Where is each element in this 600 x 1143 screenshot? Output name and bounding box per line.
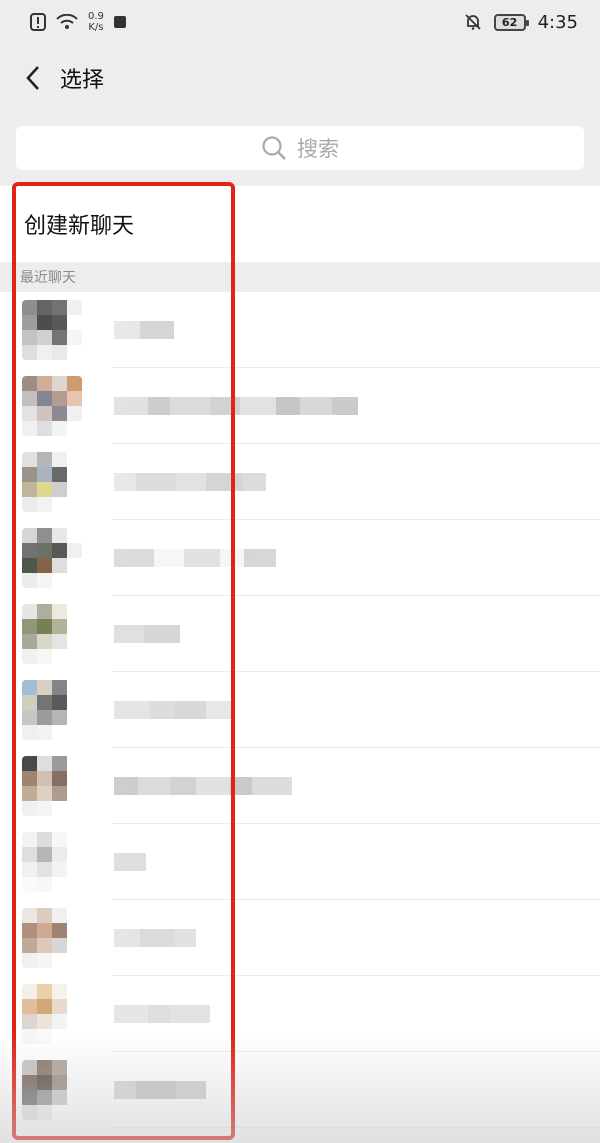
page-title: 选择 [60, 68, 105, 93]
avatar [22, 756, 82, 816]
avatar [22, 604, 82, 664]
avatar [22, 908, 82, 968]
chat-list-item[interactable] [0, 444, 600, 520]
chat-name-blurred [114, 1081, 206, 1099]
chat-name-blurred [114, 701, 232, 719]
recent-chats-label: 最近聊天 [20, 270, 76, 286]
status-bar: 0.9 K/s 62 4:35 [0, 0, 600, 44]
chat-name-blurred [114, 473, 266, 491]
avatar [22, 832, 82, 892]
alert-icon [30, 13, 46, 31]
chat-list-item[interactable] [0, 748, 600, 824]
chat-list-item[interactable] [0, 368, 600, 444]
app-notification-icon [113, 16, 126, 28]
create-new-chat-label: 创建新聊天 [24, 214, 135, 239]
avatar [22, 376, 82, 436]
chat-list-item[interactable] [0, 976, 600, 1052]
chat-select-content: 创建新聊天 最近聊天 [0, 186, 600, 1143]
avatar [22, 300, 82, 360]
bell-off-icon [464, 14, 481, 30]
chat-name-blurred [114, 549, 276, 567]
status-left: 0.9 K/s [30, 11, 126, 33]
chat-name-blurred [114, 1005, 210, 1023]
avatar [22, 452, 82, 512]
clock-time: 4:35 [537, 11, 578, 33]
chat-name-blurred [114, 397, 358, 415]
avatar [22, 1060, 82, 1120]
chat-list-item[interactable] [0, 292, 600, 368]
chat-list-item[interactable] [0, 900, 600, 976]
chat-list-item[interactable] [0, 672, 600, 748]
recent-chats-list [0, 292, 600, 1128]
avatar [22, 680, 82, 740]
back-button[interactable] [18, 58, 48, 98]
avatar [22, 984, 82, 1044]
search-placeholder: 搜索 [297, 137, 339, 161]
search-input[interactable]: 搜索 [16, 126, 584, 170]
battery-icon: 62 [493, 13, 529, 31]
chat-list-item[interactable] [0, 824, 600, 900]
search-icon [262, 136, 286, 160]
network-speed: 0.9 K/s [88, 11, 104, 33]
status-right: 62 4:35 [464, 12, 578, 33]
chat-name-blurred [114, 777, 292, 795]
network-speed-unit: K/s [88, 22, 104, 33]
battery-level: 62 [501, 15, 518, 29]
chat-list-item[interactable] [0, 596, 600, 672]
chat-name-blurred [114, 625, 180, 643]
recent-chats-header: 最近聊天 [0, 262, 600, 292]
network-speed-value: 0.9 [88, 11, 104, 22]
chevron-left-icon [26, 66, 39, 90]
chat-list-item[interactable] [0, 1052, 600, 1128]
chat-name-blurred [114, 929, 196, 947]
avatar [22, 528, 82, 588]
wifi-icon [56, 14, 78, 29]
nav-bar: 选择 [0, 48, 600, 108]
chat-name-blurred [114, 853, 146, 871]
create-new-chat-button[interactable]: 创建新聊天 [0, 186, 600, 262]
chat-list-item[interactable] [0, 520, 600, 596]
chat-name-blurred [114, 321, 174, 339]
